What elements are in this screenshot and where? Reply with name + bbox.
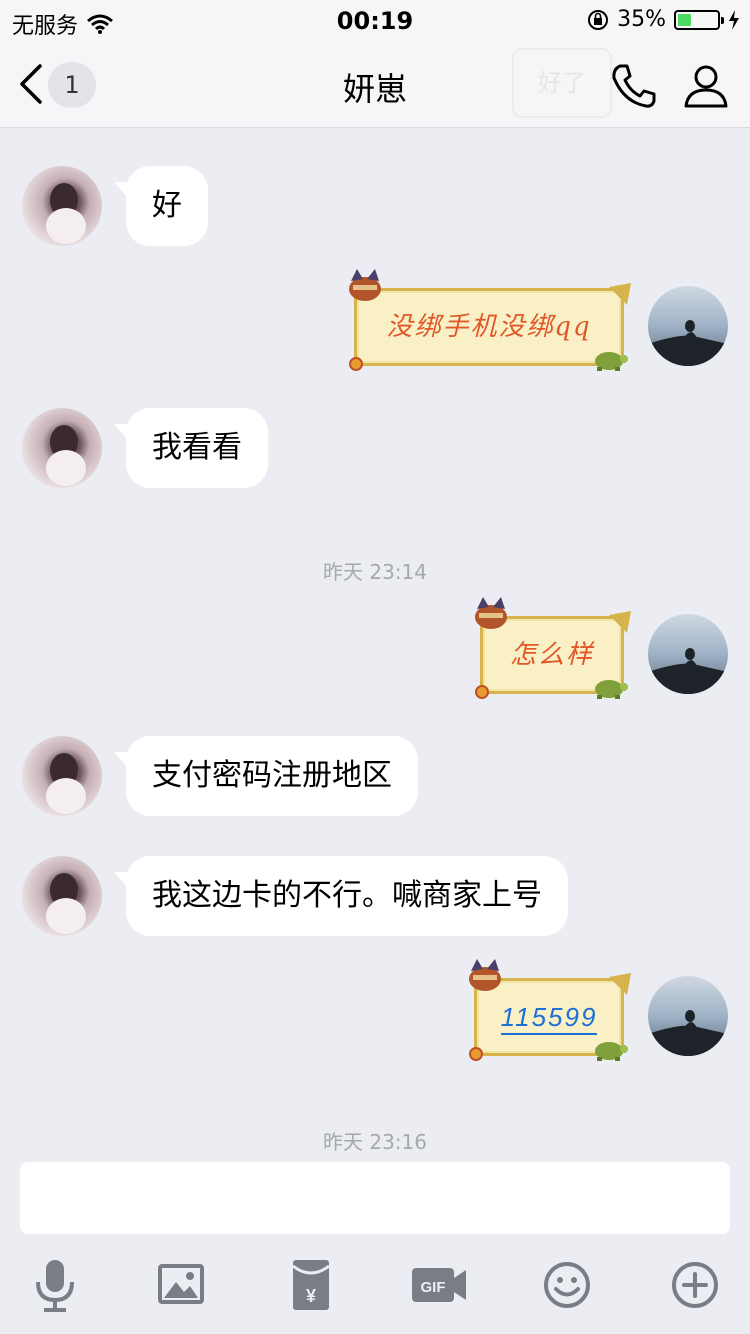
silhouette-photo-icon (648, 1010, 728, 1056)
plus-icon (672, 1262, 718, 1308)
message-bubble[interactable]: 我看看 (114, 408, 268, 488)
avatar[interactable] (648, 286, 728, 366)
sticker-text: 115599 (500, 1002, 598, 1032)
charging-icon (729, 9, 739, 30)
svg-text:GIF: GIF (421, 1279, 446, 1296)
microphone-icon (36, 1260, 74, 1312)
avatar[interactable] (22, 166, 102, 246)
message-bubble[interactable]: 我这边卡的不行。喊商家上号 (114, 856, 568, 936)
sticker-message[interactable]: 没绑手机没绑qq (349, 269, 631, 371)
red-packet-icon: ¥ (292, 1260, 330, 1310)
emoji-icon (544, 1262, 590, 1308)
photo-button[interactable] (148, 1256, 214, 1314)
message-bubble[interactable]: 支付密码注册地区 (114, 736, 418, 816)
avatar[interactable] (648, 976, 728, 1056)
sticker-text: 没绑手机没绑qq (386, 312, 592, 342)
battery-icon (674, 9, 724, 30)
avatar[interactable] (648, 614, 728, 694)
avatar[interactable] (22, 408, 102, 488)
timestamp: 昨天 23:16 (323, 1130, 427, 1154)
voice-button[interactable] (22, 1256, 88, 1314)
message-bubble[interactable]: 好 (114, 166, 208, 246)
nav-bar: 1 好了 妍崽 (0, 40, 750, 128)
gif-icon: GIF (412, 1268, 466, 1302)
sticker-message[interactable]: 115599 (469, 959, 631, 1061)
message-input[interactable] (20, 1162, 730, 1234)
red-packet-button[interactable]: ¥ (278, 1256, 344, 1314)
input-bar: ¥ GIF (0, 1160, 750, 1334)
input-toolbar: ¥ GIF (0, 1256, 750, 1322)
more-button[interactable] (662, 1256, 728, 1314)
silhouette-photo-icon (648, 320, 728, 366)
orientation-lock-icon (588, 9, 609, 30)
timestamp: 昨天 23:14 (323, 560, 427, 584)
silhouette-photo-icon (648, 648, 728, 694)
emoji-button[interactable] (534, 1256, 600, 1314)
girl-photo-icon (46, 753, 86, 814)
chat-area[interactable]: 好 没绑手机没绑qq 我看看 昨天 23:14 怎么样 支付密码注册地区 我这边… (0, 128, 750, 1160)
svg-text:¥: ¥ (306, 1286, 316, 1306)
contact-icon[interactable] (680, 60, 732, 112)
avatar[interactable] (22, 736, 102, 816)
girl-photo-icon (46, 873, 86, 934)
girl-photo-icon (46, 425, 86, 486)
gif-button[interactable]: GIF (406, 1256, 472, 1314)
sticker-underline (501, 1033, 597, 1035)
battery-fill (678, 13, 692, 26)
battery-percent: 35% (617, 7, 666, 32)
phone-icon[interactable] (608, 60, 660, 112)
girl-photo-icon (46, 183, 86, 244)
status-bar: 无服务 00:19 35% (0, 0, 750, 40)
avatar[interactable] (22, 856, 102, 936)
sticker-message[interactable]: 怎么样 (475, 597, 631, 699)
image-icon (158, 1264, 204, 1304)
status-right: 35% (587, 7, 740, 32)
sticker-text: 怎么样 (509, 640, 594, 670)
